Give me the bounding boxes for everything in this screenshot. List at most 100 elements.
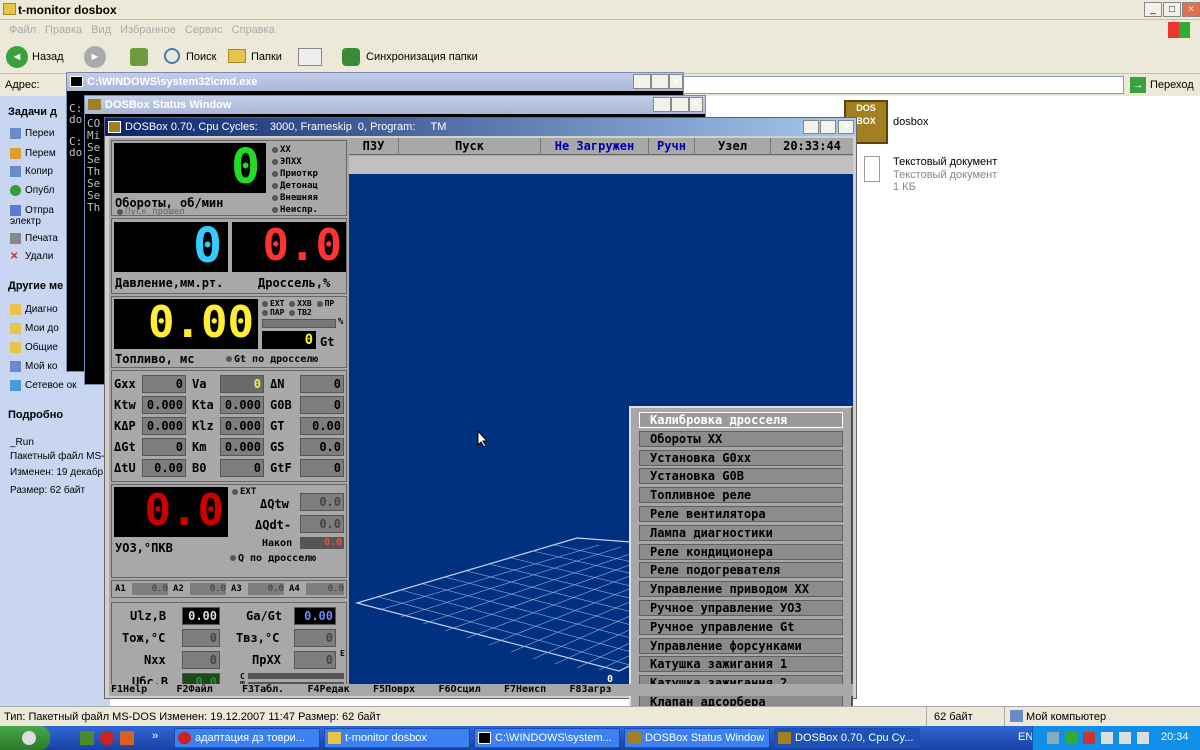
menu-item[interactable]: Управление форсунками: [639, 637, 843, 654]
menu-tools[interactable]: Сервис: [185, 20, 223, 40]
text-document-icon[interactable]: [864, 156, 880, 182]
folders-button[interactable]: Папки: [251, 51, 282, 63]
menu-view[interactable]: Вид: [91, 20, 111, 40]
menu-item[interactable]: Реле подогревателя: [639, 562, 843, 579]
function-key[interactable]: F1Help: [111, 684, 147, 696]
menu-favorites[interactable]: Избранное: [120, 20, 176, 40]
task-item[interactable]: ✕ Удали: [10, 251, 53, 262]
minimize-button[interactable]: _: [1144, 2, 1162, 17]
menu-item[interactable]: Установка G0B: [639, 468, 843, 485]
function-key[interactable]: F8Загрз: [570, 684, 612, 696]
menu-item[interactable]: Лампа диагностики: [639, 524, 843, 541]
back-button[interactable]: Назад: [32, 51, 64, 63]
menu-item[interactable]: Катушка зажигания 1: [639, 656, 843, 673]
tray-icon[interactable]: [1137, 732, 1149, 744]
menu-item[interactable]: Реле кондиционера: [639, 543, 843, 560]
maximize-button[interactable]: □: [671, 97, 689, 112]
start-cell[interactable]: Пуск: [399, 138, 541, 155]
sync-button[interactable]: Синхронизация папки: [366, 51, 478, 63]
task-item[interactable]: Печата: [10, 233, 58, 244]
tray-icon[interactable]: [1065, 732, 1077, 744]
go-button[interactable]: Переход: [1150, 79, 1194, 91]
task-item[interactable]: Копир: [10, 166, 53, 177]
details-header[interactable]: Подробно: [8, 409, 63, 421]
function-key[interactable]: F7Неисп: [504, 684, 546, 696]
menu-edit[interactable]: Правка: [45, 20, 82, 40]
function-key[interactable]: F6Осцил: [439, 684, 481, 696]
maximize-button[interactable]: □: [820, 120, 836, 134]
forward-arrow-icon[interactable]: ►: [84, 46, 106, 68]
fuel-options[interactable]: EXT XXB ПР: [262, 299, 334, 308]
tray-icon[interactable]: [1101, 732, 1113, 744]
start-button[interactable]: [0, 726, 50, 750]
expand-icon[interactable]: »: [152, 730, 158, 742]
taskbar-item-dosbox-status[interactable]: DOSBox Status Window: [624, 728, 770, 748]
fuel-options-2[interactable]: ПАР TB2: [262, 308, 312, 317]
mode-item[interactable]: Неиспр.: [272, 204, 318, 216]
graph-area[interactable]: 0 Калибровка дросселя Обороты XX Установка…: [349, 156, 853, 716]
task-item[interactable]: Отпра электр: [10, 205, 66, 227]
menu-help[interactable]: Справка: [232, 20, 275, 40]
minimize-button[interactable]: _: [633, 74, 651, 89]
search-button[interactable]: Поиск: [186, 51, 216, 63]
dosbox-window[interactable]: DOSBox 0.70, Cpu Cycles: 3000, Frameskip…: [104, 117, 857, 716]
place-item[interactable]: Мой ко: [10, 361, 57, 372]
file-name[interactable]: dosbox: [893, 116, 928, 128]
tray-icon[interactable]: [1047, 732, 1059, 744]
menu-item[interactable]: Топливное реле: [639, 487, 843, 504]
taskbar-item-cmd[interactable]: C:\WINDOWS\system...: [474, 728, 620, 748]
menu-item[interactable]: Реле вентилятора: [639, 506, 843, 522]
minimize-button[interactable]: _: [803, 120, 819, 134]
go-arrow-icon[interactable]: →: [1130, 77, 1146, 93]
close-button[interactable]: ×: [669, 74, 683, 89]
menu-item[interactable]: Ручное управление Gt: [639, 618, 843, 635]
views-icon[interactable]: [298, 48, 322, 66]
tasks-header[interactable]: Задачи д: [8, 106, 57, 118]
place-item[interactable]: Диагно: [10, 304, 58, 315]
function-key[interactable]: F4Редак: [308, 684, 350, 696]
menu-item[interactable]: Установка G0xx: [639, 449, 843, 466]
task-item[interactable]: Перем: [10, 148, 56, 159]
quicklaunch-icon[interactable]: [80, 731, 94, 745]
taskbar-item-dosbox[interactable]: DOSBox 0.70, Cpu Cy...: [774, 728, 920, 748]
q-throttle-option[interactable]: Q по дросселю: [230, 553, 316, 564]
mode-item[interactable]: XX: [272, 144, 318, 156]
language-indicator[interactable]: EN: [1018, 731, 1033, 743]
place-item[interactable]: Сетевое ок: [10, 380, 77, 391]
file-name[interactable]: Текстовый документ: [893, 156, 997, 168]
menu-file[interactable]: Файл: [9, 20, 36, 40]
up-folder-icon[interactable]: [130, 48, 148, 66]
mode-item[interactable]: Внешняя: [272, 192, 318, 204]
gt-throttle-option[interactable]: Gt по дросселю: [226, 354, 318, 365]
function-key[interactable]: F2Файл: [177, 684, 213, 696]
node-cell[interactable]: Узел: [695, 138, 771, 155]
task-item[interactable]: Опубл: [10, 185, 54, 196]
mode-item[interactable]: Детонац: [272, 180, 318, 192]
menu-item[interactable]: Ручное управление УОЗ: [639, 600, 843, 616]
menu-item[interactable]: Обороты XX: [639, 430, 843, 447]
close-button[interactable]: ×: [689, 97, 703, 112]
dos-screen[interactable]: 0 Обороты, об/мин Пуск прошел XX ЭПХХ Пр…: [109, 138, 853, 716]
volume-icon[interactable]: [1119, 732, 1131, 744]
taskbar-item-opera[interactable]: адаптация дз товри...: [174, 728, 320, 748]
uoz-ext[interactable]: EXT: [232, 487, 256, 497]
close-button[interactable]: ×: [1182, 2, 1200, 17]
other-places-header[interactable]: Другие ме: [8, 280, 63, 292]
place-item[interactable]: Общие: [10, 342, 58, 353]
maximize-button[interactable]: □: [1163, 2, 1181, 17]
minimize-button[interactable]: _: [653, 97, 671, 112]
task-item[interactable]: Переи: [10, 128, 54, 139]
menu-item[interactable]: Калибровка дросселя: [639, 412, 843, 428]
back-arrow-icon[interactable]: ◄: [6, 46, 28, 68]
place-item[interactable]: Мои до: [10, 323, 59, 334]
function-key[interactable]: F5Поврх: [373, 684, 415, 696]
close-button[interactable]: ×: [838, 120, 854, 134]
taskbar-item-explorer[interactable]: t-monitor dosbox: [324, 728, 470, 748]
mode-item[interactable]: Приоткр: [272, 168, 318, 180]
maximize-button[interactable]: □: [651, 74, 669, 89]
function-key[interactable]: F3Табл.: [242, 684, 284, 696]
quicklaunch-icon[interactable]: [120, 731, 134, 745]
opera-icon[interactable]: [100, 731, 114, 745]
menu-item[interactable]: Управление приводом XX: [639, 581, 843, 598]
mode-item[interactable]: ЭПХХ: [272, 156, 318, 168]
